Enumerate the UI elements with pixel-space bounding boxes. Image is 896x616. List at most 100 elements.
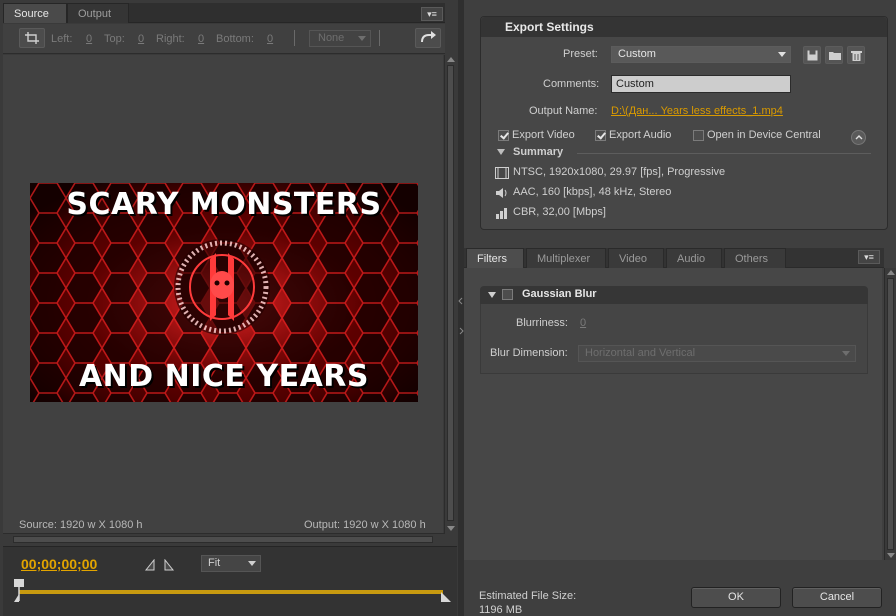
export-settings-group: Export Settings Preset: Custom Comments:… <box>480 16 888 230</box>
blur-dimension-label: Blur Dimension: <box>490 347 568 359</box>
settings-vertical-scrollbar[interactable] <box>884 268 896 560</box>
summary-bitrate: CBR, 32,00 [Mbps] <box>513 206 606 218</box>
chevron-down-icon <box>358 36 366 41</box>
export-settings-title: Export Settings <box>505 20 594 34</box>
video-title-bottom: AND NICE YEARS <box>78 359 370 394</box>
trash-icon <box>851 51 862 61</box>
film-icon <box>495 167 509 179</box>
estimated-size-label: Estimated File Size: <box>479 590 577 602</box>
panel-menu-icon[interactable]: ▾≡ <box>421 7 443 21</box>
video-preview: SCARY MONSTERS AND NICE YEARS <box>30 183 418 402</box>
gaussian-blur-header: Gaussian Blur <box>480 286 868 304</box>
comments-field[interactable]: Custom <box>611 75 791 93</box>
save-icon <box>807 50 818 61</box>
summary-divider <box>577 153 871 154</box>
crop-ratio-select[interactable]: None <box>309 30 371 47</box>
scroll-thumb[interactable] <box>447 65 454 521</box>
scroll-thumb[interactable] <box>887 278 894 550</box>
preset-value: Custom <box>618 48 656 60</box>
export-audio-label[interactable]: Export Audio <box>609 129 671 141</box>
speaker-icon <box>496 188 507 198</box>
video-title-top: SCARY MONSTERS <box>66 187 382 222</box>
crop-top-label: Top: <box>104 33 125 45</box>
chevron-down-icon <box>842 351 850 356</box>
cancel-button[interactable]: Cancel <box>792 587 882 608</box>
tab-others[interactable]: Others <box>724 248 786 268</box>
device-central-checkbox[interactable] <box>693 130 704 141</box>
export-settings-panel: Export Settings Preset: Custom Comments:… <box>464 0 896 616</box>
scroll-down-icon[interactable] <box>447 526 455 531</box>
crop-left-value[interactable]: 0 <box>86 33 92 45</box>
gaussian-blur-title: Gaussian Blur <box>522 288 597 300</box>
scroll-thumb[interactable] <box>13 536 433 543</box>
crop-bottom-label: Bottom: <box>216 33 254 45</box>
tab-filters[interactable]: Filters <box>466 248 524 268</box>
dialog-footer: Estimated File Size: 1196 MB OK Cancel <box>464 560 896 616</box>
export-video-checkbox[interactable] <box>498 130 509 141</box>
tab-audio[interactable]: Audio <box>666 248 722 268</box>
toolbar-divider <box>294 30 295 46</box>
zoom-value: Fit <box>208 557 221 569</box>
timeline-track[interactable] <box>19 590 443 594</box>
preview-vertical-scrollbar[interactable] <box>444 55 456 533</box>
bitrate-bars-icon <box>496 208 507 219</box>
device-central-label[interactable]: Open in Device Central <box>707 129 821 141</box>
crop-icon <box>25 32 39 44</box>
set-out-point-icon[interactable] <box>163 559 175 571</box>
crop-tool-button[interactable] <box>19 28 45 48</box>
import-preset-button[interactable] <box>825 46 843 64</box>
ok-button[interactable]: OK <box>691 587 781 608</box>
playhead-icon[interactable] <box>13 579 25 603</box>
source-tabbar: Source Output ▾≡ <box>3 3 445 23</box>
crop-top-value[interactable]: 0 <box>138 33 144 45</box>
toolbar-divider <box>379 30 380 46</box>
tab-source[interactable]: Source <box>3 3 67 23</box>
chevron-down-icon <box>248 561 256 566</box>
crop-right-label: Right: <box>156 33 185 45</box>
collapse-settings-button[interactable] <box>851 130 866 145</box>
scroll-down-icon[interactable] <box>887 553 895 558</box>
tab-output[interactable]: Output <box>67 3 129 23</box>
scroll-up-icon[interactable] <box>887 270 895 275</box>
summary-audio: AAC, 160 [kbps], 48 kHz, Stereo <box>513 186 672 198</box>
output-dimensions: Output: 1920 w X 1080 h <box>304 519 426 531</box>
output-name-label: Output Name: <box>529 105 598 117</box>
tab-video[interactable]: Video <box>608 248 664 268</box>
settings-tabbar: Filters Multiplexer Video Audio Others <box>464 248 884 268</box>
rotate-arrow-icon <box>421 31 436 43</box>
output-name-link[interactable]: D:\(Дан... Years less effects_1.mp4 <box>611 105 783 117</box>
crop-ratio-value: None <box>318 32 345 44</box>
comments-label: Comments: <box>543 78 600 90</box>
out-point-marker-icon[interactable] <box>440 591 452 603</box>
summary-disclosure-icon[interactable] <box>497 149 505 155</box>
set-in-point-icon[interactable] <box>144 559 156 571</box>
estimated-size-value: 1196 MB <box>479 604 523 616</box>
export-video-label[interactable]: Export Video <box>512 129 575 141</box>
gaussian-blur-disclosure-icon[interactable] <box>488 292 496 298</box>
scroll-up-icon[interactable] <box>447 57 455 62</box>
delete-preset-button[interactable] <box>847 46 865 64</box>
zoom-select[interactable]: Fit <box>201 555 261 572</box>
preset-select[interactable]: Custom <box>611 46 791 63</box>
export-settings-header: Export Settings <box>481 17 887 37</box>
gaussian-blur-checkbox[interactable] <box>502 289 513 300</box>
blurriness-value[interactable]: 0 <box>580 317 586 329</box>
folder-icon <box>829 52 841 60</box>
save-preset-button[interactable] <box>803 46 821 64</box>
summary-label[interactable]: Summary <box>513 146 563 158</box>
crop-bottom-value[interactable]: 0 <box>267 33 273 45</box>
tab-multiplexer[interactable]: Multiplexer <box>526 248 606 268</box>
blurriness-label: Blurriness: <box>516 317 568 329</box>
source-dimensions: Source: 1920 w X 1080 h <box>19 519 143 531</box>
crop-left-label: Left: <box>51 33 73 45</box>
preview-horizontal-scrollbar[interactable] <box>3 533 445 545</box>
chevron-up-icon <box>855 135 863 140</box>
rotate-button[interactable] <box>415 28 441 48</box>
blur-dimension-value: Horizontal and Vertical <box>585 347 696 359</box>
panel-menu-icon[interactable]: ▾≡ <box>858 250 880 264</box>
timeline-bar: 00;00;00;00 Fit <box>3 546 457 616</box>
timecode-display[interactable]: 00;00;00;00 <box>21 556 97 572</box>
export-audio-checkbox[interactable] <box>595 130 606 141</box>
blur-dimension-select[interactable]: Horizontal and Vertical <box>578 345 856 362</box>
crop-right-value[interactable]: 0 <box>198 33 204 45</box>
